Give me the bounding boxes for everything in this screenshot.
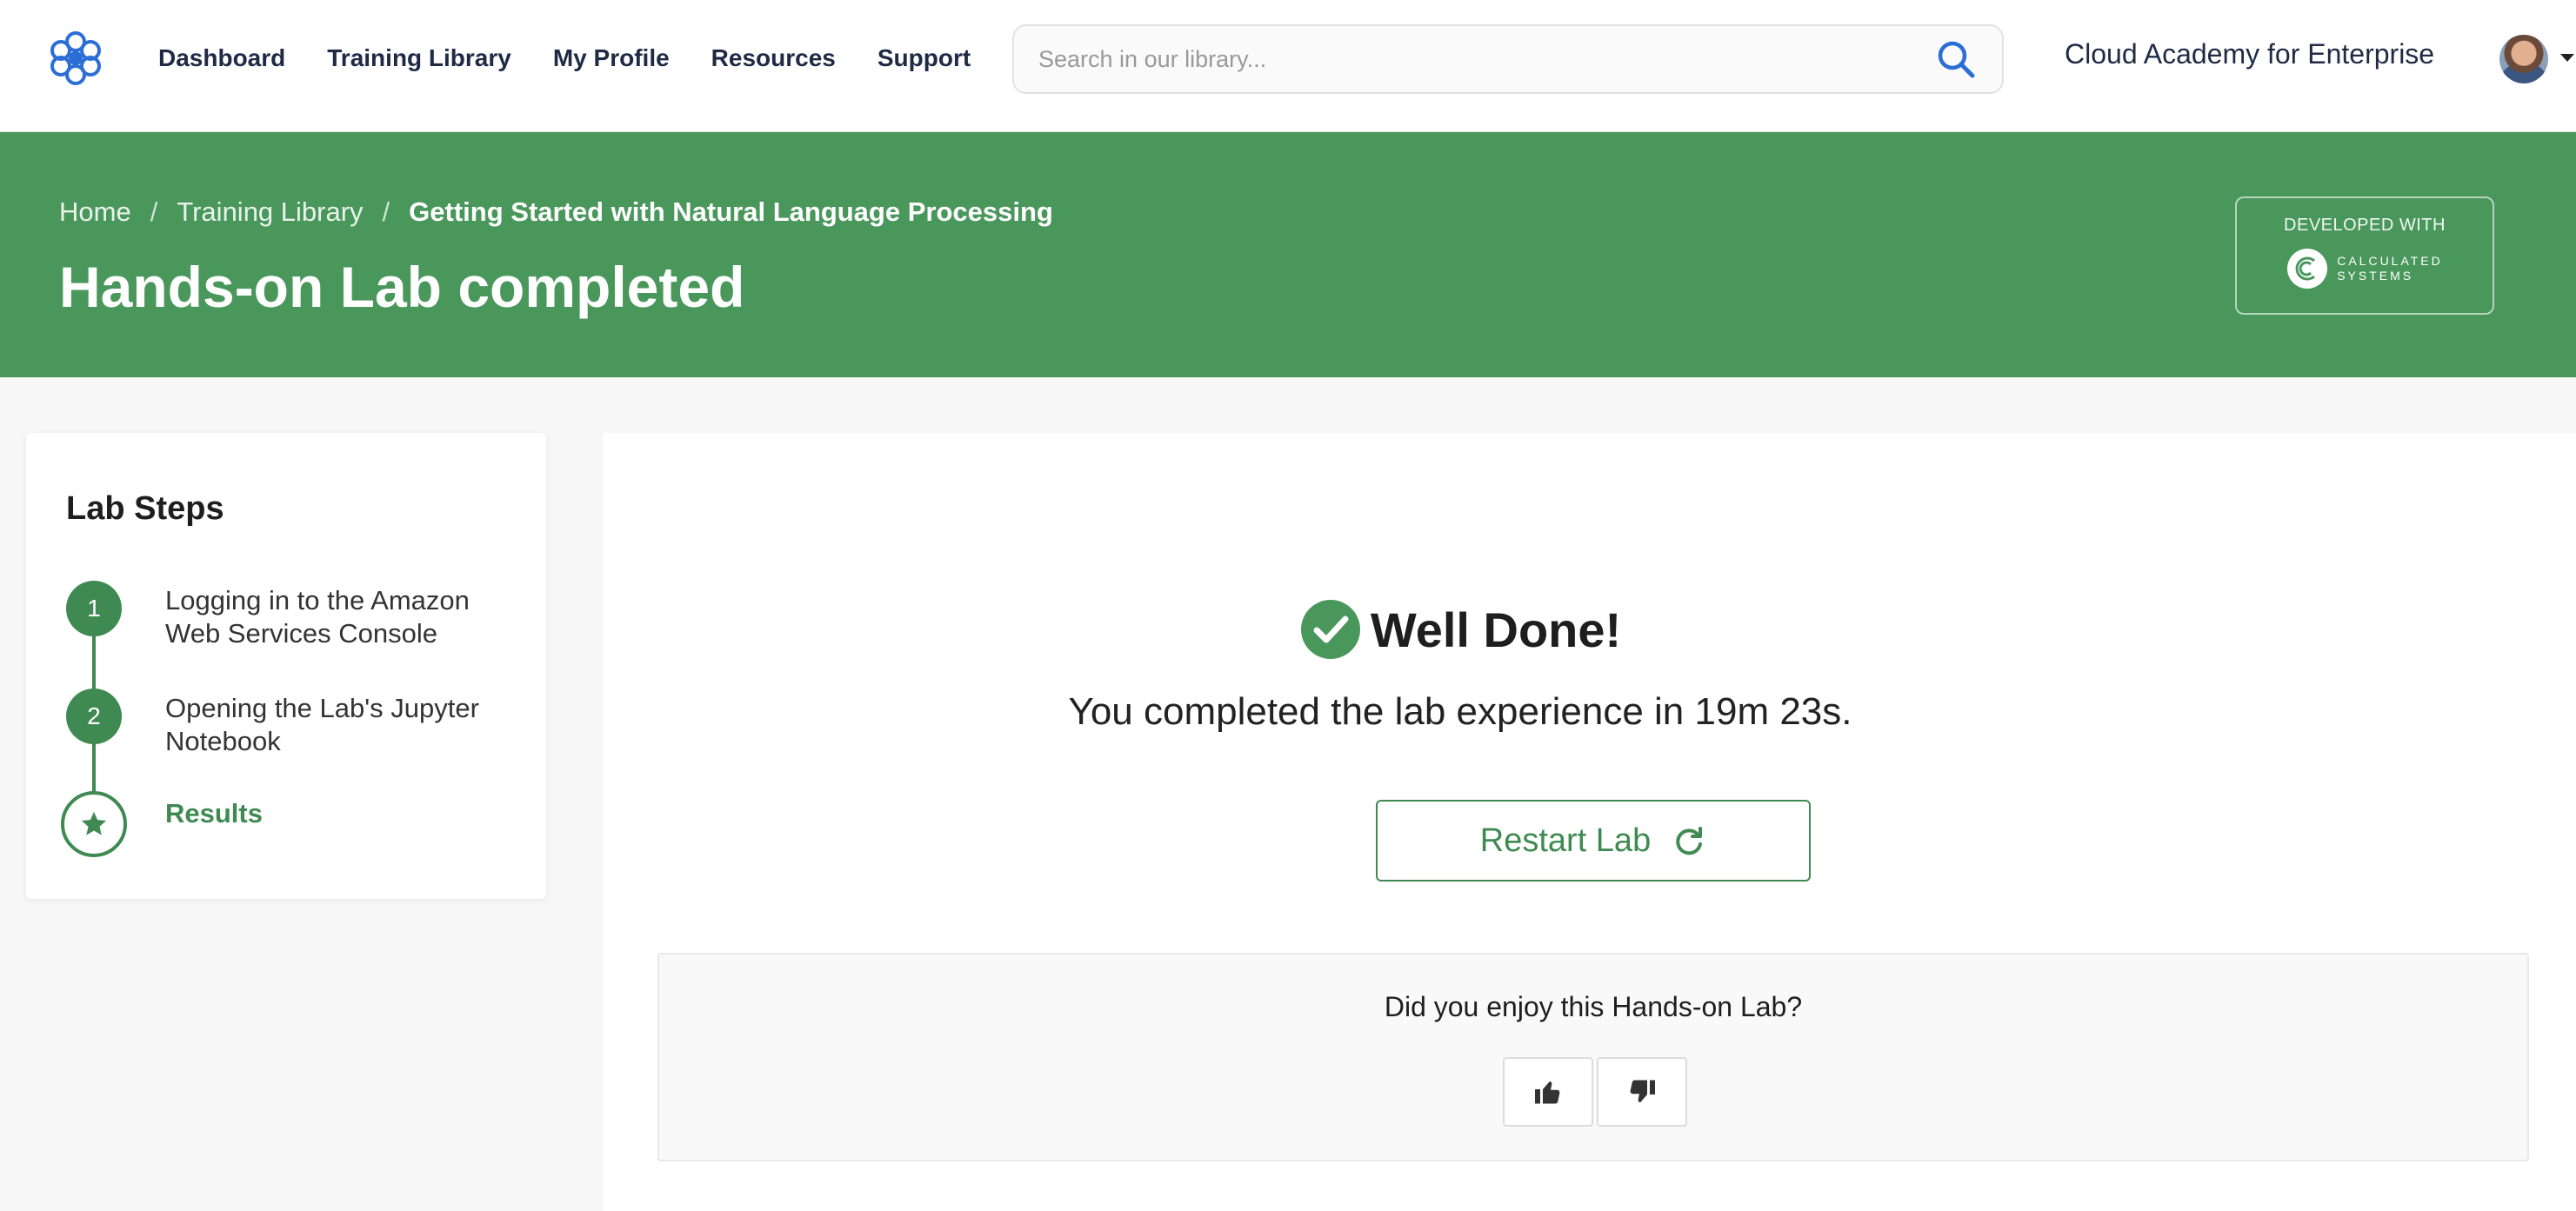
lab-steps-panel: Lab Steps 1 Logging in to the Amazon Web…	[26, 433, 546, 899]
breadcrumb-training-library[interactable]: Training Library	[177, 196, 363, 228]
breadcrumb-separator: /	[150, 196, 158, 227]
partner-name-line1: CALCULATED	[2337, 254, 2443, 268]
breadcrumb-home[interactable]: Home	[59, 196, 131, 228]
breadcrumb-current: Getting Started with Natural Language Pr…	[409, 196, 1053, 227]
step-label: Opening the Lab's Jupyter Notebook	[165, 693, 479, 756]
avatar[interactable]	[2499, 35, 2548, 83]
nav-dashboard[interactable]: Dashboard	[158, 44, 285, 72]
check-circle-icon	[1300, 600, 1360, 659]
partner-logo: CALCULATED SYSTEMS	[2286, 248, 2443, 289]
feedback-vote-group	[1503, 1057, 1687, 1127]
thumbs-up-button[interactable]	[1503, 1057, 1593, 1127]
nav-my-profile[interactable]: My Profile	[553, 44, 670, 72]
star-icon	[61, 791, 127, 857]
partner-name: CALCULATED SYSTEMS	[2337, 254, 2443, 283]
thumbs-up-icon	[1535, 1081, 1560, 1104]
nav-resources[interactable]: Resources	[711, 44, 836, 72]
chevron-down-icon[interactable]	[2560, 54, 2574, 62]
search-input[interactable]	[1038, 45, 1917, 73]
feedback-box: Did you enjoy this Hands-on Lab?	[657, 953, 2529, 1161]
search-bar	[1012, 24, 2004, 94]
step-item-1[interactable]: 1 Logging in to the Amazon Web Services …	[66, 581, 513, 650]
step-item-results[interactable]: Results	[61, 791, 263, 857]
lab-steps-title: Lab Steps	[66, 490, 224, 527]
restart-lab-label: Restart Lab	[1479, 822, 1652, 859]
feedback-question: Did you enjoy this Hands-on Lab?	[1384, 991, 1803, 1022]
step-item-2[interactable]: 2 Opening the Lab's Jupyter Notebook	[66, 689, 513, 758]
developed-with-badge: DEVELOPED WITH CALCULATED SYSTEMS	[2235, 196, 2494, 315]
lab-result-panel: Well Done! You completed the lab experie…	[604, 433, 2576, 1211]
refresh-icon	[1676, 827, 1703, 855]
main-nav: Dashboard Training Library My Profile Re…	[158, 0, 971, 116]
developed-with-label: DEVELOPED WITH	[2284, 216, 2446, 235]
breadcrumb: Home / Training Library / Getting Starte…	[59, 196, 1053, 228]
lab-header: Home / Training Library / Getting Starte…	[0, 132, 2576, 377]
step-number: 2	[66, 689, 122, 744]
search-icon[interactable]	[1934, 37, 1978, 81]
step-label: Logging in to the Amazon Web Services Co…	[165, 585, 470, 649]
completion-heading: Well Done!	[604, 598, 2317, 661]
thumbs-down-button[interactable]	[1597, 1057, 1687, 1127]
step-label-results: Results	[165, 798, 263, 828]
page-title: Hands-on Lab completed	[59, 255, 745, 319]
nav-support[interactable]: Support	[878, 44, 971, 72]
partner-name-line2: SYSTEMS	[2337, 269, 2414, 283]
top-nav: Dashboard Training Library My Profile Re…	[0, 0, 2576, 132]
org-name[interactable]: Cloud Academy for Enterprise	[2065, 38, 2434, 70]
cloud-academy-logo-icon[interactable]	[47, 30, 104, 87]
step-number: 1	[66, 581, 122, 636]
restart-lab-button[interactable]: Restart Lab	[1376, 800, 1811, 882]
nav-training-library[interactable]: Training Library	[327, 44, 511, 72]
completion-time-text: You completed the lab experience in 19m …	[1068, 690, 1852, 733]
calculated-systems-logo-icon	[2287, 249, 2328, 289]
breadcrumb-separator: /	[382, 196, 390, 227]
well-done-title: Well Done!	[1370, 602, 1622, 657]
thumbs-down-icon	[1630, 1080, 1655, 1102]
